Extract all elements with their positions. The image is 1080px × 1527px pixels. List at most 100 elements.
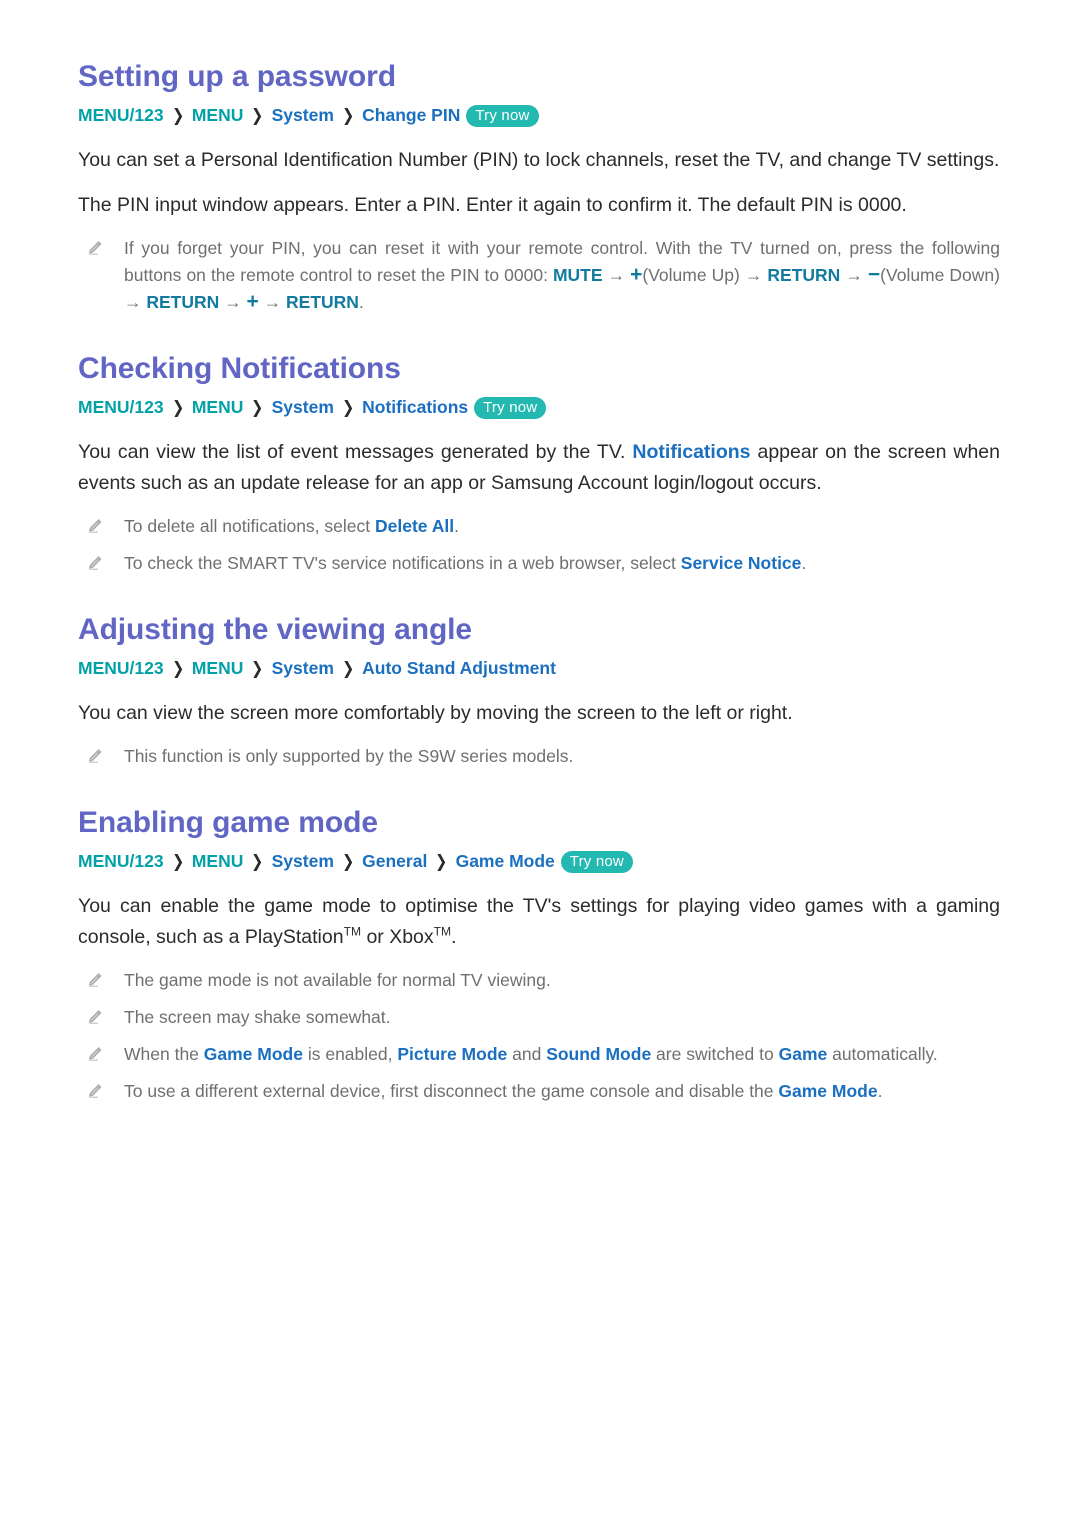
text-run: . <box>451 926 457 948</box>
note-text: This function is only supported by the S… <box>124 743 1000 770</box>
text-run: . <box>801 553 807 573</box>
text-run: is enabled, <box>302 1044 398 1064</box>
text-run: . <box>877 1081 883 1101</box>
try-now-badge[interactable]: Try now <box>560 851 633 873</box>
menu-path-breadcrumb: MENU/123 ❯ MENU ❯ System ❯ Auto Stand Adjustme… <box>78 655 1000 682</box>
pencil-icon <box>86 743 124 765</box>
menu-path-breadcrumb: MENU/123 ❯ MENU ❯ System ❯ Notifications Try no… <box>78 394 1000 421</box>
note-text: To use a different external device, firs… <box>124 1078 1000 1105</box>
chevron-right-icon: ❯ <box>435 852 448 871</box>
text-run: . <box>454 516 459 536</box>
breadcrumb-item[interactable]: Game Mode <box>456 851 555 871</box>
note-picture-sound-mode-note: When the Game Mode is enabled, Picture M… <box>78 1041 1000 1068</box>
emphasis-blue: Delete All <box>374 516 455 536</box>
emphasis-arrow: → <box>744 265 768 285</box>
try-now-badge[interactable]: Try now <box>466 105 539 127</box>
breadcrumb-item[interactable]: Notifications <box>362 397 468 417</box>
note-text: To delete all notifications, select Dele… <box>124 513 1000 540</box>
emphasis-arrow: → <box>840 265 868 285</box>
chevron-right-icon: ❯ <box>341 852 355 871</box>
emphasis-sym: + <box>246 290 259 313</box>
emphasis-blue: Picture Mode <box>397 1044 508 1064</box>
note-text: The screen may shake somewhat. <box>124 1004 1000 1031</box>
text-run: or Xbox <box>361 926 434 948</box>
breadcrumb-item[interactable]: MENU/123 <box>78 851 164 871</box>
note-external-device-note: To use a different external device, firs… <box>78 1078 1000 1105</box>
breadcrumb-item[interactable]: MENU <box>192 397 244 417</box>
chevron-right-icon: ❯ <box>251 659 264 678</box>
pencil-icon <box>86 550 124 572</box>
breadcrumb-item[interactable]: Auto Stand Adjustment <box>362 658 556 678</box>
chevron-right-icon: ❯ <box>251 398 264 417</box>
text-run: To check the SMART TV's service notifica… <box>124 553 681 573</box>
note-screen-shake-note: The screen may shake somewhat. <box>78 1004 1000 1031</box>
section-title: Setting up a password <box>78 60 396 93</box>
emphasis-blue: Game Mode <box>778 1081 878 1101</box>
breadcrumb-item[interactable]: MENU/123 <box>78 397 164 417</box>
text-run: (Volume Down) <box>880 265 1000 285</box>
body-paragraph: You can view the list of event messages … <box>78 437 1000 499</box>
text-run: The game mode is not available for norma… <box>124 970 551 990</box>
chevron-right-icon: ❯ <box>171 106 184 125</box>
text-run: and <box>507 1044 547 1064</box>
chevron-right-icon: ❯ <box>341 659 355 678</box>
section-title: Checking Notifications <box>78 352 401 385</box>
pencil-icon <box>86 1041 124 1063</box>
chevron-right-icon: ❯ <box>171 852 184 871</box>
section-adjusting-the-viewing-angle: Adjusting the viewing angle MENU/123 ❯ MENU… <box>78 611 1000 770</box>
try-now-badge[interactable]: Try now <box>474 397 547 419</box>
breadcrumb-item[interactable]: System <box>272 658 334 678</box>
emphasis-blue: Game <box>778 1044 828 1064</box>
emphasis-blue: Sound Mode <box>546 1044 652 1064</box>
text-run: . <box>358 292 364 312</box>
breadcrumb-item[interactable]: MENU <box>192 851 244 871</box>
breadcrumb-item[interactable]: MENU <box>192 105 244 125</box>
breadcrumb-item[interactable]: System <box>272 851 334 871</box>
note-text: To check the SMART TV's service notifica… <box>124 550 1000 577</box>
pencil-icon <box>86 1004 124 1026</box>
breadcrumb-item[interactable]: MENU <box>192 658 244 678</box>
pencil-icon <box>86 235 124 257</box>
emphasis-arrow: → <box>602 265 631 285</box>
section-title: Adjusting the viewing angle <box>78 613 472 646</box>
emphasis-arrow: → <box>258 292 287 312</box>
note-text: If you forget your PIN, you can reset it… <box>124 235 1000 316</box>
section-checking-notifications: Checking Notifications MENU/123 ❯ MENU ❯ Syst… <box>78 350 1000 577</box>
trademark-symbol: TM <box>343 924 362 939</box>
breadcrumb-item[interactable]: General <box>362 851 427 871</box>
pencil-icon <box>86 513 124 535</box>
chevron-right-icon: ❯ <box>251 852 264 871</box>
chevron-right-icon: ❯ <box>171 659 184 678</box>
emphasis-btnkey: RETURN <box>146 292 220 312</box>
emphasis-sym: + <box>630 263 643 286</box>
menu-path-breadcrumb: MENU/123 ❯ MENU ❯ System ❯ Change PIN Try now <box>78 102 1000 129</box>
breadcrumb-item[interactable]: Change PIN <box>362 105 460 125</box>
text-run: automatically. <box>827 1044 938 1064</box>
note-s9w-series-note: This function is only supported by the S… <box>78 743 1000 770</box>
note-reset-pin-note: If you forget your PIN, you can reset it… <box>78 235 1000 316</box>
body-paragraph: You can view the screen more comfortably… <box>78 702 793 724</box>
note-service-notice-note: To check the SMART TV's service notifica… <box>78 550 1000 577</box>
text-run: To use a different external device, firs… <box>124 1081 779 1101</box>
breadcrumb-item[interactable]: System <box>272 397 334 417</box>
emphasis-arrow: → <box>219 292 247 312</box>
breadcrumb-item[interactable]: System <box>272 105 334 125</box>
body-paragraph: The PIN input window appears. Enter a PI… <box>78 194 907 216</box>
pencil-icon <box>86 967 124 989</box>
breadcrumb-item[interactable]: MENU/123 <box>78 105 164 125</box>
text-run: You can enable the game mode to optimise… <box>78 895 1000 948</box>
emphasis-blue: Service Notice <box>680 553 802 573</box>
chevron-right-icon: ❯ <box>171 398 184 417</box>
emphasis-blue: Notifications <box>632 441 751 463</box>
emphasis-btnkey: MUTE <box>552 265 603 285</box>
emphasis-sym: − <box>867 263 881 286</box>
breadcrumb-item[interactable]: MENU/123 <box>78 658 164 678</box>
chevron-right-icon: ❯ <box>251 106 264 125</box>
note-text: The game mode is not available for norma… <box>124 967 1000 994</box>
chevron-right-icon: ❯ <box>341 106 355 125</box>
text-run: This function is only supported by the S… <box>124 746 574 766</box>
emphasis-btnkey: RETURN <box>286 292 359 312</box>
sections-container: Setting up a password MENU/123 ❯ MENU ❯ Syste… <box>78 58 1000 1105</box>
text-run: are switched to <box>651 1044 779 1064</box>
menu-path-breadcrumb: MENU/123 ❯ MENU ❯ System ❯ General ❯ Game Mode Tr… <box>78 848 1000 875</box>
